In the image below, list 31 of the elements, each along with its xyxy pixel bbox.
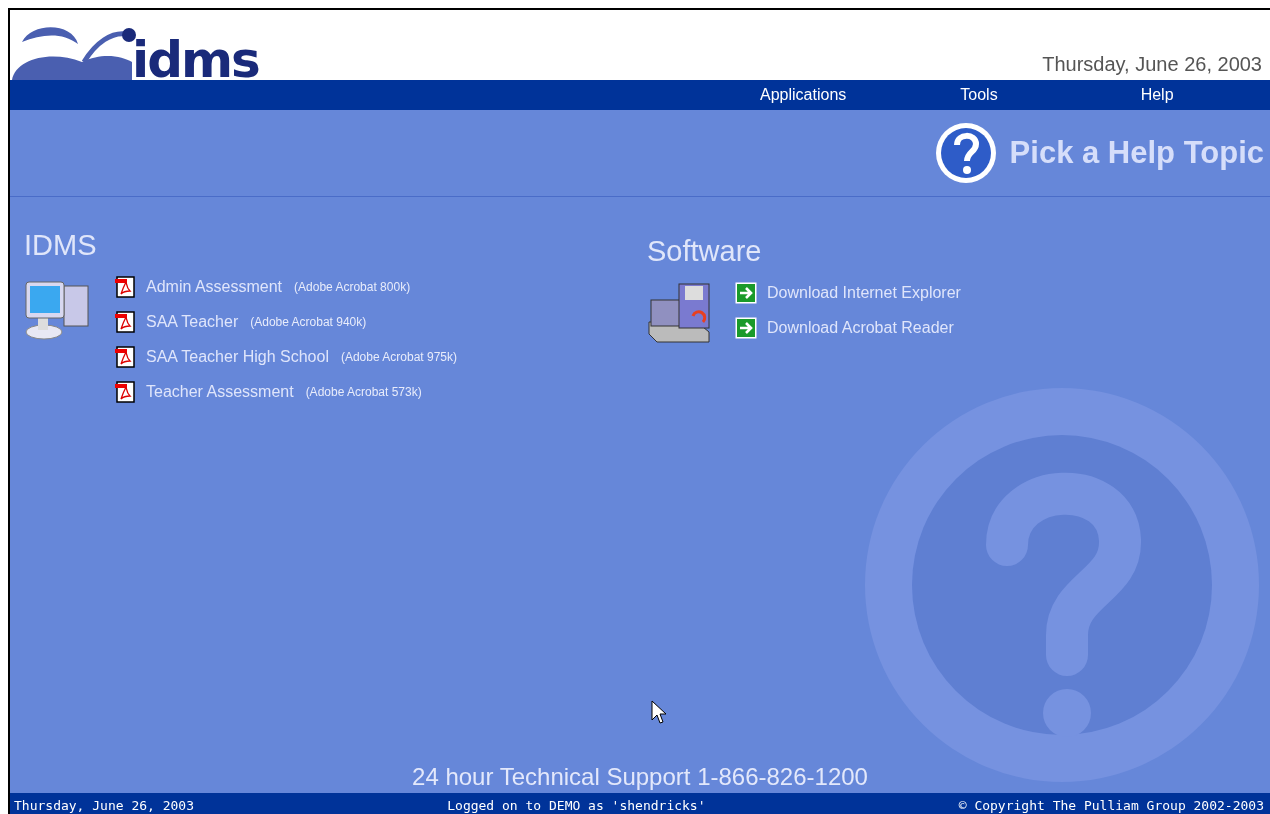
nav-menu-item[interactable]: Help [1140,86,1174,104]
help-icon [933,121,998,185]
page-title: Pick a Help Topic [1009,135,1264,171]
arrow-icon [735,317,757,339]
status-date: Thursday, June 26, 2003 [14,797,194,814]
support-phone-text: 24 hour Technical Support 1-866-826-1200 [411,763,869,792]
help-link[interactable]: SAA Teacher [146,313,239,331]
login-status: Logged on to DEMO as 'shendricks' [447,797,706,814]
help-link[interactable]: Download Acrobat Reader [767,319,954,337]
help-link[interactable]: SAA Teacher High School [146,348,329,366]
section-title: Software [647,235,763,268]
logo-wordmark: idms [132,40,259,80]
nav-menu-item[interactable]: Tools [960,86,998,104]
file-size-note: (Adobe Acrobat 975k) [340,350,457,364]
copyright-text: © Copyright The Pulliam Group 2002-2003 [958,797,1264,814]
mouse-pointer-icon [651,700,667,726]
header-date: Thursday, June 26, 2003 [1042,53,1262,77]
help-link[interactable]: Download Internet Explorer [767,284,961,302]
help-link[interactable]: Admin Assessment [146,278,283,296]
drive-and-disk-icon [647,282,713,346]
nav-menu-item[interactable]: Applications [760,86,847,104]
file-size-note: (Adobe Acrobat 800k) [294,280,411,294]
pdf-document-icon [114,346,136,368]
file-size-note: (Adobe Acrobat 573k) [305,385,422,399]
pdf-document-icon [114,381,136,403]
file-size-note: (Adobe Acrobat 940k) [250,315,367,329]
pdf-document-icon [114,276,136,298]
help-link[interactable]: Teacher Assessment [146,383,294,401]
pdf-document-icon [114,311,136,333]
arrow-icon [735,282,757,304]
section-title: IDMS [24,229,98,262]
